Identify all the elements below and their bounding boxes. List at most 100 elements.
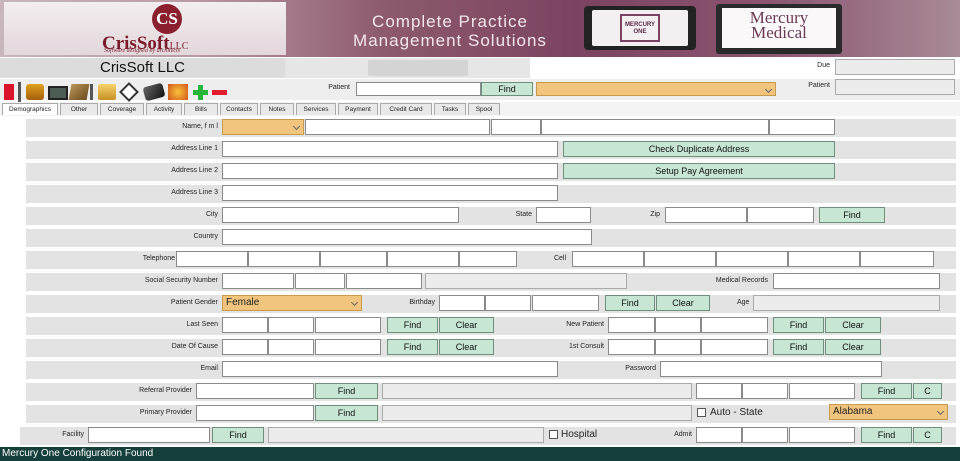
referral-date-year-input[interactable] [789, 383, 855, 399]
tab-payment[interactable]: Payment [338, 103, 378, 115]
cell-input-5[interactable] [860, 251, 934, 267]
last-seen-day-input[interactable] [268, 317, 314, 333]
referral-date-find-button[interactable]: Find [861, 383, 912, 399]
diamond-icon[interactable] [119, 82, 139, 102]
ssn-input-1[interactable] [222, 273, 294, 289]
new-patient-day-input[interactable] [655, 317, 701, 333]
tab-credit-card[interactable]: Credit Card [380, 103, 432, 115]
starburst-folder-icon[interactable] [168, 84, 188, 100]
tab-services[interactable]: Services [296, 103, 336, 115]
red-flag-icon[interactable] [4, 84, 14, 100]
last-seen-find-button[interactable]: Find [387, 317, 438, 333]
email-input[interactable] [222, 361, 558, 377]
zip-ext-input[interactable] [747, 207, 814, 223]
date-of-cause-clear-button[interactable]: Clear [439, 339, 494, 355]
first-consult-clear-button[interactable]: Clear [825, 339, 881, 355]
birthday-month-input[interactable] [439, 295, 485, 311]
telephone-input-2[interactable] [248, 251, 320, 267]
medical-records-input[interactable] [773, 273, 940, 289]
referral-date-month-input[interactable] [696, 383, 742, 399]
name-prefix-dropdown[interactable] [222, 119, 304, 135]
new-patient-month-input[interactable] [608, 317, 655, 333]
telephone-input-1[interactable] [176, 251, 248, 267]
birthday-find-button[interactable]: Find [605, 295, 655, 311]
facility-find-button[interactable]: Find [212, 427, 264, 443]
date-of-cause-day-input[interactable] [268, 339, 314, 355]
tab-spool[interactable]: Spool [468, 103, 500, 115]
cell-input-4[interactable] [788, 251, 860, 267]
tab-other[interactable]: Other [60, 103, 98, 115]
telephone-input-4[interactable] [387, 251, 459, 267]
folder-icon[interactable] [98, 84, 116, 100]
middle-name-input[interactable] [491, 119, 541, 135]
tab-activity[interactable]: Activity [146, 103, 182, 115]
gift-icon[interactable] [26, 84, 44, 100]
telephone-input-3[interactable] [320, 251, 387, 267]
cell-input-1[interactable] [572, 251, 644, 267]
admit-c-button[interactable]: C [913, 427, 942, 443]
tab-demographics[interactable]: Demographics [2, 103, 58, 115]
address1-input[interactable] [222, 141, 558, 157]
state-input[interactable] [536, 207, 591, 223]
books-icon[interactable] [68, 84, 90, 100]
hospital-checkbox[interactable] [549, 430, 558, 439]
tab-notes[interactable]: Notes [260, 103, 294, 115]
country-input[interactable] [222, 229, 592, 245]
remove-icon[interactable] [212, 90, 227, 95]
first-consult-year-input[interactable] [701, 339, 768, 355]
setup-pay-agreement-button[interactable]: Setup Pay Agreement [563, 163, 835, 179]
first-consult-find-button[interactable]: Find [773, 339, 824, 355]
admit-year-input[interactable] [789, 427, 855, 443]
birthday-day-input[interactable] [485, 295, 531, 311]
address3-input[interactable] [222, 185, 558, 201]
check-duplicate-address-button[interactable]: Check Duplicate Address [563, 141, 835, 157]
city-input[interactable] [222, 207, 459, 223]
first-name-input[interactable] [305, 119, 490, 135]
referral-find-button[interactable]: Find [315, 383, 378, 399]
cash-register-icon[interactable] [48, 86, 68, 100]
address2-input[interactable] [222, 163, 558, 179]
patient-search-input[interactable] [356, 82, 481, 96]
patient-find-button[interactable]: Find [481, 82, 533, 96]
patient-select-dropdown[interactable] [536, 82, 776, 96]
first-consult-month-input[interactable] [608, 339, 655, 355]
admit-month-input[interactable] [696, 427, 742, 443]
referral-date-day-input[interactable] [742, 383, 788, 399]
cell-input-2[interactable] [644, 251, 716, 267]
referral-date-c-button[interactable]: C [913, 383, 942, 399]
referral-provider-input[interactable] [196, 383, 314, 399]
tab-bills[interactable]: Bills [184, 103, 218, 115]
new-patient-year-input[interactable] [701, 317, 768, 333]
new-patient-clear-button[interactable]: Clear [825, 317, 881, 333]
zip-input[interactable] [665, 207, 747, 223]
date-of-cause-year-input[interactable] [315, 339, 381, 355]
auto-state-checkbox[interactable] [697, 408, 706, 417]
ssn-input-3[interactable] [346, 273, 422, 289]
password-input[interactable] [660, 361, 882, 377]
new-patient-find-button[interactable]: Find [773, 317, 824, 333]
last-name-input[interactable] [541, 119, 769, 135]
birthday-year-input[interactable] [532, 295, 599, 311]
primary-find-button[interactable]: Find [315, 405, 378, 421]
tab-contacts[interactable]: Contacts [220, 103, 258, 115]
name-suffix-input[interactable] [769, 119, 835, 135]
first-consult-day-input[interactable] [655, 339, 701, 355]
primary-provider-input[interactable] [196, 405, 314, 421]
date-of-cause-month-input[interactable] [222, 339, 268, 355]
gender-dropdown[interactable]: Female [222, 295, 362, 311]
tab-tasks[interactable]: Tasks [434, 103, 466, 115]
state-dropdown[interactable]: Alabama [829, 404, 948, 420]
tab-coverage[interactable]: Coverage [100, 103, 144, 115]
admit-find-button[interactable]: Find [861, 427, 912, 443]
date-of-cause-find-button[interactable]: Find [387, 339, 438, 355]
last-seen-year-input[interactable] [315, 317, 381, 333]
admit-day-input[interactable] [742, 427, 788, 443]
cell-input-3[interactable] [716, 251, 788, 267]
telephone-input-5[interactable] [459, 251, 517, 267]
add-icon[interactable] [192, 83, 208, 101]
birthday-clear-button[interactable]: Clear [656, 295, 710, 311]
card-swipe-icon[interactable] [142, 82, 166, 102]
last-seen-clear-button[interactable]: Clear [439, 317, 494, 333]
facility-input[interactable] [88, 427, 210, 443]
ssn-input-2[interactable] [295, 273, 345, 289]
